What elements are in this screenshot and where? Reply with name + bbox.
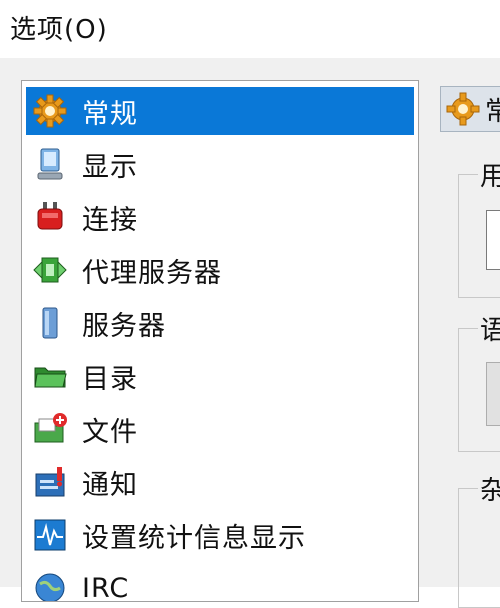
- group-label-1: 用: [478, 156, 500, 193]
- text-field-1[interactable]: [486, 210, 500, 270]
- panel-header-title: 常: [485, 91, 500, 128]
- group-label-2: 语: [478, 310, 500, 347]
- nav-item-irc[interactable]: IRC: [26, 564, 414, 602]
- window-title: 选项(O): [10, 15, 108, 45]
- server-icon: [30, 303, 70, 343]
- nav-item-label: 设置统计信息显示: [82, 522, 306, 554]
- title-bar: 选项(O): [0, 0, 500, 58]
- options-nav-tree[interactable]: 常规 显示 连接 代理服务器 服务器 目录 文件 通知 设置统计信息显示 IRC: [21, 80, 419, 602]
- group-label-3: 杂: [478, 470, 500, 507]
- nav-item-connection[interactable]: 连接: [26, 193, 414, 241]
- statistics-icon: [30, 515, 70, 555]
- nav-item-label: 连接: [82, 204, 138, 236]
- nav-item-proxy-server[interactable]: 代理服务器: [26, 246, 414, 294]
- nav-item-display[interactable]: 显示: [26, 140, 414, 188]
- monitor-icon: [30, 144, 70, 184]
- nav-item-general[interactable]: 常规: [26, 87, 414, 135]
- nav-item-notification[interactable]: 通知: [26, 458, 414, 506]
- nav-item-statistics-display[interactable]: 设置统计信息显示: [26, 511, 414, 559]
- panel-header: 常: [440, 86, 500, 132]
- nav-item-label: 目录: [82, 363, 138, 395]
- file-icon: [30, 409, 70, 449]
- nav-item-label: 通知: [82, 469, 138, 501]
- nav-item-label: 文件: [82, 416, 138, 448]
- nav-item-file[interactable]: 文件: [26, 405, 414, 453]
- proxy-icon: [30, 250, 70, 290]
- nav-item-label: 常规: [82, 98, 138, 130]
- nav-item-label: 代理服务器: [82, 257, 222, 289]
- folder-icon: [30, 356, 70, 396]
- nav-item-server[interactable]: 服务器: [26, 299, 414, 347]
- gear-icon: [445, 91, 481, 127]
- panel-button-2[interactable]: [486, 362, 500, 426]
- gear-icon: [30, 91, 70, 131]
- settings-panel: 常 用 语 杂: [430, 80, 500, 608]
- nav-item-label: IRC: [82, 572, 130, 602]
- notification-icon: [30, 462, 70, 502]
- nav-item-label: 显示: [82, 151, 138, 183]
- nav-item-label: 服务器: [82, 310, 166, 342]
- nav-item-directory[interactable]: 目录: [26, 352, 414, 400]
- plug-icon: [30, 197, 70, 237]
- irc-globe-icon: [30, 568, 70, 601]
